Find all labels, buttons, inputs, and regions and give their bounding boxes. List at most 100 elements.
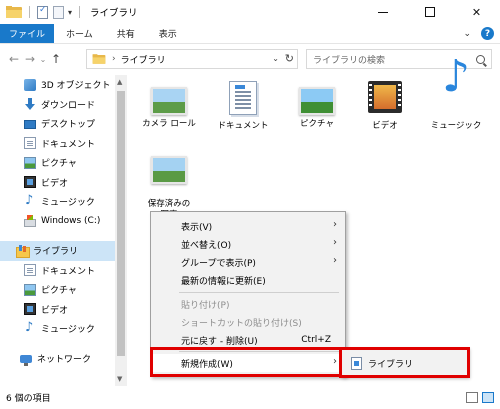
menu-item-refresh[interactable]: 最新の情報に更新(E) bbox=[151, 271, 345, 289]
minimize-icon bbox=[377, 11, 388, 13]
menu-item-new[interactable]: 新規作成(W) › bbox=[151, 354, 345, 372]
sidebar-item-lib-videos[interactable]: ビデオ bbox=[0, 300, 115, 320]
menu-item-view[interactable]: 表示(V) › bbox=[151, 217, 345, 235]
sidebar-scrollbar[interactable]: ▲ ▼ bbox=[115, 75, 127, 386]
sidebar-item-label: ダウンロード bbox=[41, 100, 96, 111]
ribbon-right-controls: ⌄ ? bbox=[463, 27, 494, 40]
sidebar-item-label: デスクトップ bbox=[41, 120, 96, 131]
library-item-camera-roll[interactable]: カメラ ロール bbox=[134, 81, 204, 130]
address-bar[interactable]: › ライブラリ ⌄ ↻ bbox=[86, 49, 298, 69]
tab-file[interactable]: ファイル bbox=[0, 24, 55, 43]
library-item-label: ビデオ bbox=[372, 121, 398, 131]
address-dropdown-icon[interactable]: ⌄ bbox=[272, 54, 279, 63]
large-icons-view-icon[interactable] bbox=[482, 392, 494, 403]
library-item-documents[interactable]: ドキュメント bbox=[208, 81, 278, 132]
menu-item-label: 元に戻す - 削除(U) bbox=[181, 336, 258, 347]
properties-icon[interactable] bbox=[37, 5, 48, 19]
status-bar: 6 個の項目 bbox=[0, 386, 500, 409]
libraries-icon bbox=[16, 244, 30, 258]
tab-home[interactable]: ホーム bbox=[54, 24, 105, 43]
library-item-label: ピクチャ bbox=[300, 119, 334, 129]
submenu-arrow-icon: › bbox=[333, 356, 337, 367]
sidebar-item-label: ピクチャ bbox=[41, 159, 77, 170]
submenu-arrow-icon: › bbox=[333, 219, 337, 230]
refresh-icon[interactable]: ↻ bbox=[285, 52, 294, 65]
breadcrumb-separator: › bbox=[112, 54, 116, 64]
sidebar-item-label: ドキュメント bbox=[41, 266, 96, 277]
sidebar-item-documents[interactable]: ドキュメント bbox=[0, 134, 115, 154]
view-switcher bbox=[466, 392, 494, 403]
sidebar-item-windows-drive[interactable]: Windows (C:) bbox=[0, 212, 115, 232]
tab-view[interactable]: 表示 bbox=[147, 24, 189, 43]
sidebar-item-label: ドキュメント bbox=[41, 139, 96, 150]
sidebar-item-lib-documents[interactable]: ドキュメント bbox=[0, 261, 115, 281]
3d-objects-icon bbox=[24, 78, 36, 91]
minimize-button[interactable] bbox=[359, 0, 406, 24]
pictures-icon bbox=[24, 283, 36, 296]
sidebar-item-label: ビデオ bbox=[41, 305, 69, 316]
sidebar-item-pictures[interactable]: ピクチャ bbox=[0, 153, 115, 173]
back-button[interactable]: ← bbox=[6, 52, 22, 66]
sidebar-item-desktop[interactable]: デスクトップ bbox=[0, 114, 115, 134]
menu-item-group-by[interactable]: グループで表示(P) › bbox=[151, 253, 345, 271]
tab-share[interactable]: 共有 bbox=[105, 24, 147, 43]
toolbar-divider bbox=[79, 6, 81, 18]
maximize-icon bbox=[424, 7, 435, 17]
submenu-item-library[interactable]: ライブラリ bbox=[345, 353, 461, 373]
sidebar-item-3d-objects[interactable]: 3D オブジェクト bbox=[0, 75, 115, 95]
menu-item-label: 最新の情報に更新(E) bbox=[181, 276, 266, 287]
close-button[interactable]: ✕ bbox=[453, 0, 500, 24]
help-icon[interactable]: ? bbox=[481, 27, 494, 40]
quick-access-toolbar: ▾ bbox=[6, 5, 82, 19]
navigation-bar: ← → ⌄ ↑ › ライブラリ ⌄ ↻ ライブラリの検索 bbox=[0, 45, 500, 73]
videos-icon bbox=[24, 303, 36, 316]
library-item-music[interactable]: ミュージック bbox=[421, 71, 491, 132]
menu-separator bbox=[179, 292, 339, 293]
library-folder-icon bbox=[92, 54, 106, 64]
sidebar-item-music[interactable]: ミュージック bbox=[0, 192, 115, 212]
sidebar-item-network[interactable]: ネットワーク bbox=[0, 349, 115, 369]
library-folder-icon[interactable] bbox=[6, 6, 22, 18]
new-folder-icon[interactable] bbox=[53, 5, 64, 19]
sidebar-item-lib-music[interactable]: ミュージック bbox=[0, 319, 115, 339]
customize-toolbar-icon[interactable]: ▾ bbox=[68, 8, 72, 17]
close-icon: ✕ bbox=[471, 5, 482, 19]
menu-item-label: 並べ替え(O) bbox=[181, 240, 232, 251]
videos-icon bbox=[24, 176, 36, 189]
search-placeholder: ライブラリの検索 bbox=[313, 55, 386, 66]
menu-item-sort[interactable]: 並べ替え(O) › bbox=[151, 235, 345, 253]
scrollbar-thumb[interactable] bbox=[117, 91, 125, 356]
menu-item-paste-shortcut: ショートカットの貼り付け(S) bbox=[151, 313, 345, 331]
pictures-icon bbox=[24, 156, 36, 169]
sidebar-item-lib-pictures[interactable]: ピクチャ bbox=[0, 280, 115, 300]
menu-item-undo-delete[interactable]: 元に戻す - 削除(U) Ctrl+Z bbox=[151, 331, 345, 349]
network-icon bbox=[20, 355, 32, 367]
documents-icon bbox=[24, 264, 36, 277]
forward-button[interactable]: → bbox=[22, 52, 38, 66]
sidebar-item-libraries[interactable]: ライブラリ bbox=[0, 241, 115, 261]
expand-ribbon-icon[interactable]: ⌄ bbox=[463, 29, 471, 39]
menu-item-label: 新規作成(W) bbox=[181, 359, 233, 370]
library-item-videos[interactable]: ビデオ bbox=[350, 81, 420, 132]
saved-pictures-icon bbox=[151, 156, 187, 184]
sidebar-item-label: 3D オブジェクト bbox=[41, 81, 111, 92]
breadcrumb-libraries[interactable]: ライブラリ bbox=[121, 53, 166, 66]
camera-roll-icon bbox=[151, 87, 187, 115]
maximize-button[interactable] bbox=[406, 0, 453, 24]
new-library-icon bbox=[351, 356, 362, 370]
sidebar-item-downloads[interactable]: ダウンロード bbox=[0, 95, 115, 115]
recent-locations-button[interactable]: ⌄ bbox=[38, 55, 48, 64]
scroll-up-icon[interactable]: ▲ bbox=[117, 78, 122, 86]
scroll-down-icon[interactable]: ▼ bbox=[117, 375, 122, 383]
music-icon bbox=[24, 193, 36, 208]
pictures-icon bbox=[299, 87, 335, 115]
window-controls: ✕ bbox=[359, 0, 500, 24]
menu-item-label: グループで表示(P) bbox=[181, 258, 256, 269]
details-view-icon[interactable] bbox=[466, 392, 478, 403]
up-button[interactable]: ↑ bbox=[48, 52, 64, 66]
sidebar-item-videos[interactable]: ビデオ bbox=[0, 173, 115, 193]
window-title: ライブラリ bbox=[90, 8, 138, 19]
menu-separator bbox=[179, 351, 339, 352]
library-item-pictures[interactable]: ピクチャ bbox=[282, 81, 352, 130]
documents-icon bbox=[24, 137, 36, 150]
